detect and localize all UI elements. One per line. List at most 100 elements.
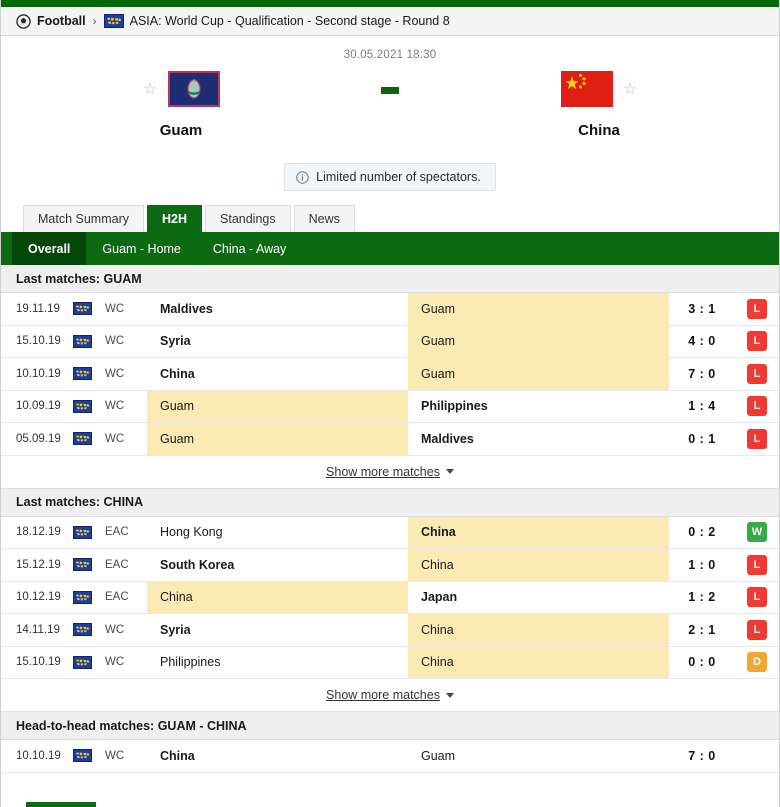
- match-date: 10.10.19: [16, 749, 61, 762]
- competition-flag-cell: [73, 326, 105, 358]
- table-row[interactable]: 05.09.19 WC Guam Maldives 0 : 1 L: [1, 423, 779, 456]
- world-cup-flag-icon: [73, 749, 92, 763]
- world-cup-flag-icon: [73, 399, 92, 413]
- table-row[interactable]: 10.10.19 WC China Guam 7 : 0: [1, 740, 779, 773]
- subtab-china-away[interactable]: China - Away: [197, 232, 302, 265]
- competition-flag-cell: [73, 293, 105, 325]
- section-title: Last matches: GUAM: [1, 265, 779, 293]
- table-row[interactable]: 15.12.19 EAC South Korea China 1 : 0 L: [1, 549, 779, 582]
- result-badge-cell: L: [735, 326, 779, 358]
- away-team-name[interactable]: China: [578, 122, 620, 139]
- table-row[interactable]: 10.09.19 WC Guam Philippines 1 : 4 L: [1, 390, 779, 423]
- breadcrumb: Football › ASIA: World Cup - Qualificati…: [1, 7, 779, 36]
- table-row[interactable]: 14.11.19 WC Syria China 2 : 1 L: [1, 614, 779, 647]
- result-badge-cell: L: [735, 358, 779, 390]
- home-team-block[interactable]: ☆ Guam: [91, 71, 271, 139]
- competition-code: EAC: [105, 526, 129, 539]
- result-badge-cell: W: [735, 517, 779, 549]
- table-row[interactable]: 15.10.19 WC Syria Guam 4 : 0 L: [1, 325, 779, 358]
- status-badge: L: [747, 428, 767, 449]
- world-cup-flag-icon: [73, 623, 92, 637]
- home-team-cell: China: [160, 748, 195, 763]
- breadcrumb-sport[interactable]: Football: [37, 14, 86, 28]
- home-team-cell: Syria: [160, 622, 191, 637]
- match-header: 30.05.2021 18:30 ☆ Guam ☆ China Limited …: [1, 36, 779, 204]
- result-badge-cell: L: [735, 391, 779, 423]
- world-cup-flag-icon: [73, 558, 92, 572]
- match-score: 1 : 2: [688, 590, 716, 605]
- match-date: 14.11.19: [16, 623, 60, 636]
- away-team-cell: Guam: [408, 293, 669, 325]
- show-more-row: Show more matches: [1, 679, 779, 712]
- match-score: 3 : 1: [688, 301, 716, 316]
- section-title: Head-to-head matches: GUAM - CHINA: [1, 712, 779, 740]
- competition-flag-cell: [73, 614, 105, 646]
- competition-code: WC: [105, 335, 125, 348]
- match-date: 05.09.19: [16, 432, 61, 445]
- away-favorite-star-icon[interactable]: ☆: [623, 81, 638, 97]
- show-more-row: Show more matches: [1, 455, 779, 489]
- status-badge: L: [747, 363, 767, 384]
- match-kickoff-time: 30.05.2021 18:30: [343, 49, 437, 61]
- status-badge: D: [747, 652, 767, 673]
- table-row[interactable]: 15.10.19 WC Philippines China 0 : 0 D: [1, 646, 779, 679]
- status-badge: W: [747, 522, 767, 543]
- away-team-cell: China: [408, 516, 669, 548]
- away-team-cell: China: [408, 614, 669, 646]
- subtab-guam-home[interactable]: Guam - Home: [86, 232, 197, 265]
- home-team-cell: South Korea: [160, 557, 235, 572]
- status-badge: L: [747, 331, 767, 352]
- competition-flag-cell: [73, 358, 105, 390]
- tab-news[interactable]: News: [293, 205, 355, 232]
- match-date: 15.10.19: [16, 335, 61, 348]
- subtab-overall[interactable]: Overall: [12, 232, 87, 265]
- result-badge-cell: D: [735, 647, 779, 679]
- tab-standings[interactable]: Standings: [205, 205, 291, 232]
- match-score: 2 : 1: [688, 622, 716, 637]
- competition-flag-cell: [73, 549, 105, 581]
- h2h-subtabs: Overall Guam - Home China - Away: [1, 232, 779, 265]
- show-more-matches-link[interactable]: Show more matches: [326, 465, 454, 479]
- home-team-name[interactable]: Guam: [160, 122, 203, 139]
- table-row[interactable]: 18.12.19 EAC Hong Kong China 0 : 2 W: [1, 516, 779, 549]
- world-cup-flag-icon: [73, 590, 92, 604]
- home-team-cell: Guam: [147, 390, 408, 422]
- match-date: 18.12.19: [16, 526, 61, 539]
- competition-code: WC: [105, 302, 125, 315]
- match-detail-page: Football › ASIA: World Cup - Qualificati…: [0, 0, 780, 807]
- match-date: 15.10.19: [16, 656, 61, 669]
- result-badge-cell: L: [735, 293, 779, 325]
- match-score: 4 : 0: [688, 334, 716, 349]
- home-favorite-star-icon[interactable]: ☆: [143, 81, 158, 97]
- result-badge-cell: [735, 740, 779, 772]
- main-tabs: Match Summary H2H Standings News: [1, 204, 779, 232]
- world-cup-flag-icon: [73, 367, 92, 381]
- tab-h2h[interactable]: H2H: [147, 205, 203, 232]
- table-row[interactable]: 10.10.19 WC China Guam 7 : 0 L: [1, 358, 779, 391]
- away-team-cell: Guam: [408, 325, 669, 357]
- world-cup-flag-icon: [73, 302, 92, 316]
- top-accent-bar: [1, 0, 779, 7]
- breadcrumb-league[interactable]: ASIA: World Cup - Qualification - Second…: [130, 14, 450, 28]
- competition-flag-cell: [73, 391, 105, 423]
- match-notice-wrap: Limited number of spectators.: [1, 163, 779, 204]
- spectators-notice-text: Limited number of spectators.: [316, 170, 481, 184]
- match-date: 19.11.19: [16, 302, 60, 315]
- table-row[interactable]: 19.11.19 WC Maldives Guam 3 : 1 L: [1, 293, 779, 326]
- home-team-cell: Maldives: [160, 301, 213, 316]
- match-score: 1 : 0: [688, 557, 716, 572]
- table-row[interactable]: 10.12.19 EAC China Japan 1 : 2 L: [1, 581, 779, 614]
- match-score: 0 : 2: [688, 525, 716, 540]
- status-badge: L: [747, 298, 767, 319]
- match-date: 10.10.19: [16, 367, 61, 380]
- football-icon: [16, 13, 31, 29]
- world-cup-flag-icon: [73, 525, 92, 539]
- show-more-matches-link[interactable]: Show more matches: [326, 688, 454, 702]
- tab-match-summary[interactable]: Match Summary: [23, 205, 144, 232]
- world-cup-flag-icon: [73, 334, 92, 348]
- competition-flag-cell: [73, 517, 105, 549]
- away-team-block[interactable]: ☆ China: [509, 71, 689, 139]
- match-date: 10.12.19: [16, 591, 61, 604]
- chevron-down-icon: [445, 469, 454, 474]
- status-badge: L: [747, 396, 767, 417]
